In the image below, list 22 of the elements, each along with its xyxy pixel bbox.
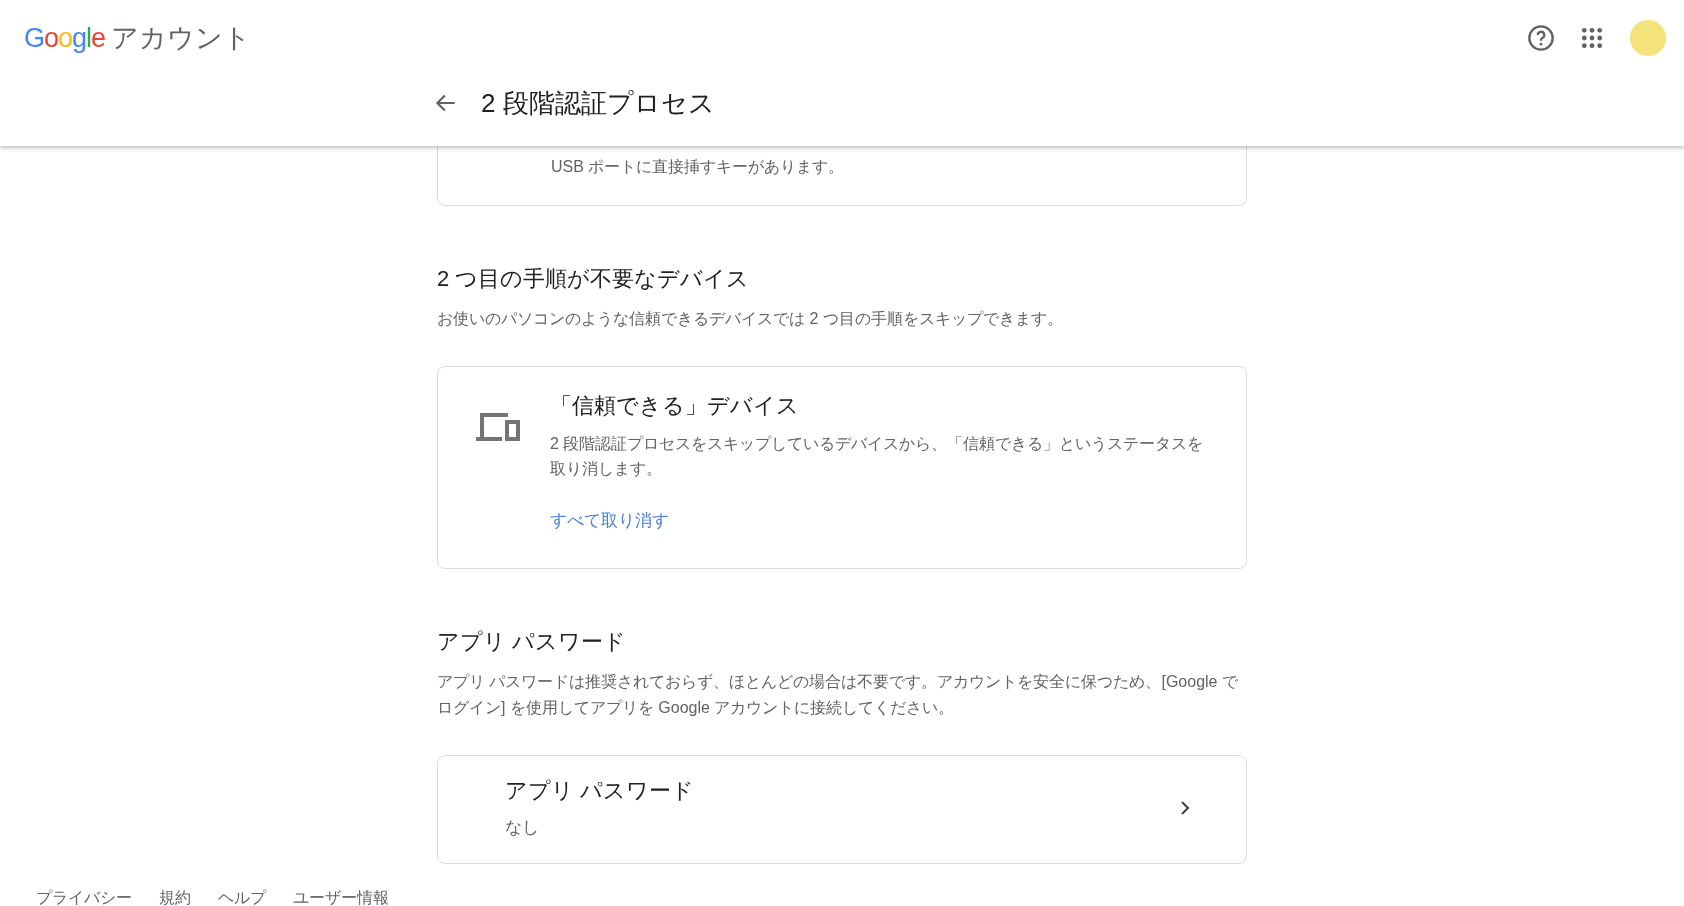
revoke-all-link[interactable]: すべて取り消す	[550, 509, 669, 532]
card-description: 2 段階認証プロセスをスキップしているデバイスから、「信頼できる」というステータスを取り消します。	[550, 434, 1205, 479]
google-logo[interactable]: Google	[24, 23, 106, 54]
devices-icon	[476, 411, 522, 443]
section-heading: アプリ パスワード	[437, 628, 628, 656]
chevron-right-icon	[1180, 799, 1190, 816]
section-heading: 2 つ目の手順が不要なデバイス	[437, 265, 751, 293]
card-value: なし	[505, 817, 540, 839]
card-description: USB ポートに直接挿すキーがあります。	[551, 157, 846, 177]
help-icon[interactable]	[1527, 24, 1555, 52]
footer-link[interactable]: ヘルプ	[218, 888, 266, 906]
card-title: アプリ パスワード	[505, 777, 695, 805]
footer-link[interactable]: 規約	[159, 888, 191, 906]
section-description: アプリ パスワードは推奨されておらず、ほとんどの場合は不要です。アカウントを安全に保つため、[Google でログイン] を使用してアプリを Google アカウントに接続してください。	[437, 672, 1239, 718]
apps-grid-icon[interactable]	[1581, 27, 1603, 49]
page-title: 2 段階認証プロセス	[481, 86, 715, 120]
card-title: 「信頼できる」デバイス	[550, 392, 800, 420]
app-passwords-card[interactable]: アプリ パスワード なし	[437, 755, 1247, 864]
product-name: アカウント	[111, 22, 252, 55]
section-description: お使いのパソコンのような信頼できるデバイスでは 2 つ目の手順をスキップできます。	[437, 309, 1064, 329]
footer-link[interactable]: ユーザー情報	[293, 888, 389, 906]
footer-link[interactable]: プライバシー	[36, 888, 132, 906]
